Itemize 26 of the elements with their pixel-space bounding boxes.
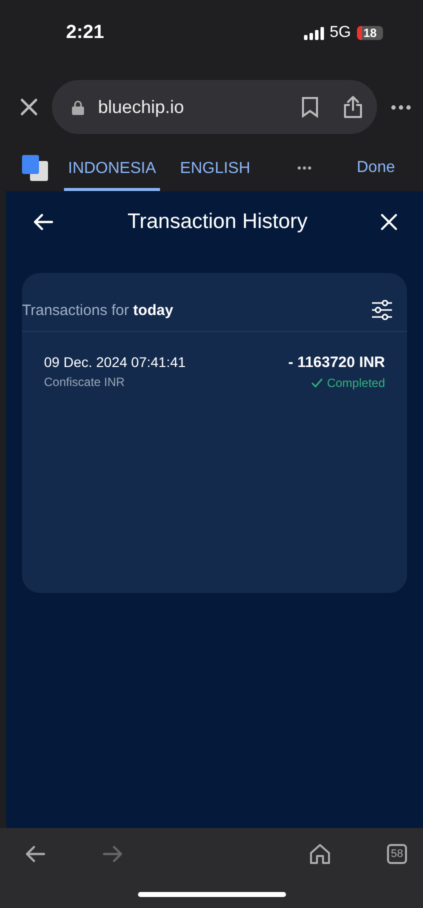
network-label: 5G <box>330 24 351 42</box>
filter-icon[interactable] <box>371 300 393 320</box>
section-title: Transactions for today <box>22 302 174 318</box>
status-time: 2:21 <box>66 22 104 44</box>
translate-icon <box>22 155 48 181</box>
language-tab[interactable]: ENGLISH <box>176 149 254 191</box>
more-icon[interactable] <box>391 104 411 110</box>
transaction-description: Confiscate INR <box>44 375 125 389</box>
share-icon[interactable] <box>343 95 363 119</box>
transaction-date: 09 Dec. 2024 07:41:41 <box>44 354 186 370</box>
page-title: Transaction History <box>127 210 308 234</box>
more-button[interactable]: ••• <box>291 145 319 191</box>
check-icon <box>310 378 323 388</box>
done-button[interactable]: Done <box>350 145 401 191</box>
signal-icon <box>304 26 324 40</box>
back-icon[interactable] <box>24 845 46 863</box>
bookmark-icon[interactable] <box>301 96 319 118</box>
close-button[interactable] <box>20 98 38 116</box>
home-icon[interactable] <box>309 843 331 865</box>
address-bar[interactable]: bluechip.io <box>52 80 377 134</box>
lock-icon <box>72 100 84 114</box>
tabs-button[interactable]: 58 <box>387 844 407 864</box>
transaction-status: Completed <box>326 376 385 390</box>
battery-icon: 18 <box>357 26 383 40</box>
transaction-amount: - 1163720 INR <box>288 354 385 371</box>
url-text: bluechip.io <box>98 96 186 118</box>
